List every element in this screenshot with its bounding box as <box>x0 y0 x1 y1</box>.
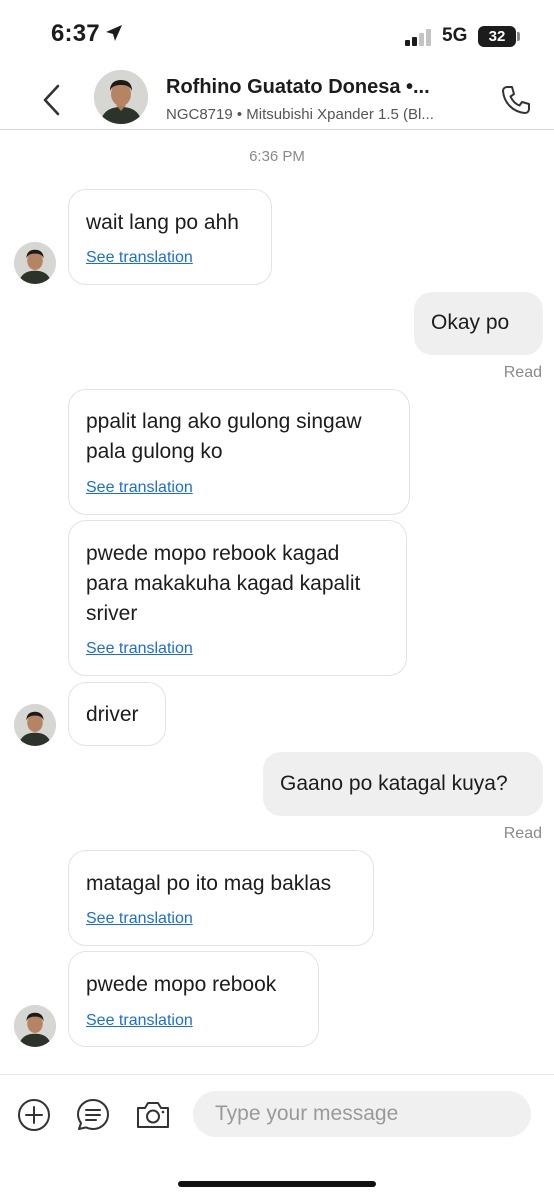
vehicle-info: NGC8719 • Mitsubishi Xpander 1.5 (Bl... <box>166 106 434 123</box>
status-time: 6:37 <box>51 20 124 50</box>
see-translation-link[interactable]: See translation <box>86 479 193 497</box>
see-translation-link[interactable]: See translation <box>86 1012 193 1030</box>
message-text: ppalit lang ako gulong singaw <box>86 410 362 433</box>
message-text: para makakuha kagad kapalit <box>86 572 361 595</box>
message-text: pwede mopo rebook kagad <box>86 542 340 565</box>
see-translation-link[interactable]: See translation <box>86 249 193 267</box>
camera-button[interactable] <box>135 1097 171 1133</box>
message-text: matagal po ito mag baklas <box>86 872 332 895</box>
add-icon <box>18 1099 50 1131</box>
contact-name[interactable]: Rofhino Guatato Donesa •... <box>166 76 466 99</box>
read-receipt: Read <box>503 825 542 842</box>
battery-icon: 32 <box>478 26 516 47</box>
message-composer <box>0 1074 554 1200</box>
home-indicator <box>178 1181 376 1187</box>
message-text: Gaano po katagal kuya? <box>280 772 508 795</box>
sender-avatar[interactable] <box>14 1005 56 1047</box>
message-bubble-incoming[interactable]: driver <box>68 682 166 746</box>
quick-reply-icon <box>77 1099 109 1130</box>
battery-tip <box>517 32 520 41</box>
chat-header: Rofhino Guatato Donesa •... NGC8719 • Mi… <box>0 70 554 130</box>
message-text: pala gulong ko <box>86 440 223 463</box>
message-bubble-incoming[interactable]: wait lang po ahh See translation <box>68 189 272 285</box>
message-bubble-incoming[interactable]: ppalit lang ako gulong singaw pala gulon… <box>68 389 410 515</box>
see-translation-link[interactable]: See translation <box>86 910 193 928</box>
message-text: wait lang po ahh <box>86 211 239 234</box>
status-time-text: 6:37 <box>51 20 100 47</box>
read-receipt: Read <box>503 364 542 381</box>
message-text: Okay po <box>431 311 510 334</box>
phone-icon <box>502 86 530 114</box>
quick-reply-button[interactable] <box>75 1097 111 1133</box>
sender-avatar[interactable] <box>14 704 56 746</box>
message-bubble-incoming[interactable]: pwede mopo rebook kagad para makakuha ka… <box>68 520 407 676</box>
see-translation-link[interactable]: See translation <box>86 640 193 658</box>
cellular-signal-icon <box>405 28 435 46</box>
message-bubble-incoming[interactable]: matagal po ito mag baklas See translatio… <box>68 850 374 946</box>
message-input[interactable] <box>193 1091 531 1137</box>
contact-avatar[interactable] <box>94 70 148 124</box>
chevron-left-icon <box>43 84 60 116</box>
call-button[interactable] <box>498 82 534 118</box>
location-arrow-icon <box>104 22 124 50</box>
back-button[interactable] <box>38 82 68 118</box>
message-bubble-incoming[interactable]: pwede mopo rebook See translation <box>68 951 319 1047</box>
message-text: pwede mopo rebook <box>86 973 277 996</box>
message-text: driver <box>86 703 139 726</box>
message-text: sriver <box>86 602 138 625</box>
add-button[interactable] <box>16 1097 52 1133</box>
message-timestamp: 6:36 PM <box>249 148 305 165</box>
message-bubble-outgoing[interactable]: Okay po <box>414 292 543 355</box>
network-type: 5G <box>442 25 468 46</box>
message-bubble-outgoing[interactable]: Gaano po katagal kuya? <box>263 752 543 816</box>
camera-icon <box>137 1102 169 1128</box>
sender-avatar[interactable] <box>14 242 56 284</box>
status-bar: 6:37 5G 32 <box>0 0 554 70</box>
